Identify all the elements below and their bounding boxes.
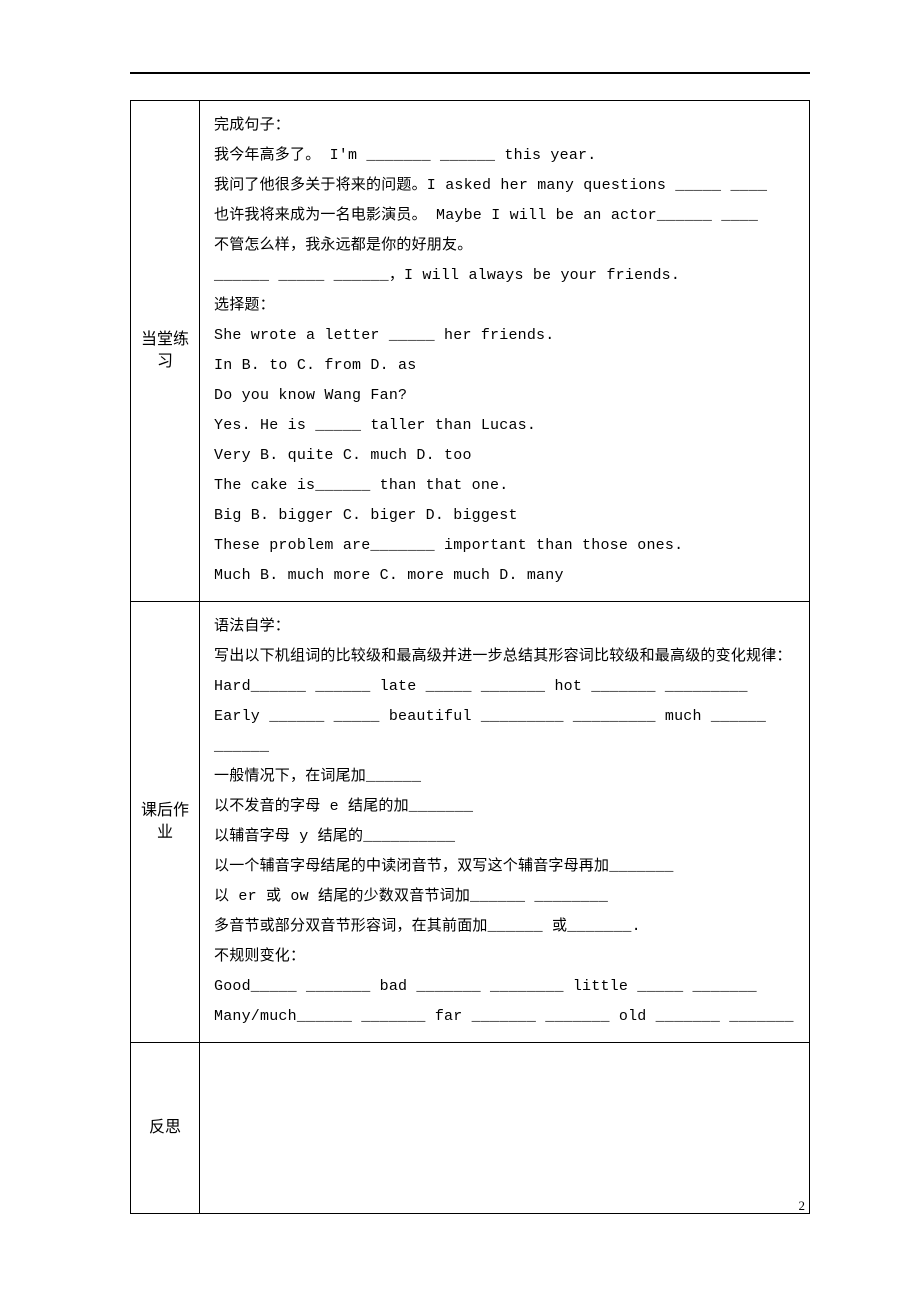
content-line: 以不发音的字母 e 结尾的加_______: [214, 792, 795, 822]
content-line: 我问了他很多关于将来的问题。I asked her many questions…: [214, 171, 795, 201]
header-rule: [130, 72, 810, 74]
content-line: 不规则变化：: [214, 942, 795, 972]
content-line: Big B. bigger C. biger D. biggest: [214, 501, 795, 531]
page: 当堂练习 完成句子： 我今年高多了。 I'm _______ ______ th…: [0, 0, 920, 1302]
content-line: 写出以下机组词的比较级和最高级并进一步总结其形容词比较级和最高级的变化规律：: [214, 642, 795, 672]
section-content-homework: 语法自学： 写出以下机组词的比较级和最高级并进一步总结其形容词比较级和最高级的变…: [200, 602, 810, 1043]
content-line: 以 er 或 ow 结尾的少数双音节词加______ ________: [214, 882, 795, 912]
content-line: Early ______ _____ beautiful _________ _…: [214, 702, 795, 762]
content-line: 完成句子：: [214, 111, 795, 141]
section-content-practice: 完成句子： 我今年高多了。 I'm _______ ______ this ye…: [200, 101, 810, 602]
table-row: 课后作业 语法自学： 写出以下机组词的比较级和最高级并进一步总结其形容词比较级和…: [131, 602, 810, 1043]
content-line: 我今年高多了。 I'm _______ ______ this year.: [214, 141, 795, 171]
section-label-practice: 当堂练习: [131, 101, 200, 602]
content-line: 语法自学：: [214, 612, 795, 642]
section-label-reflection: 反思: [131, 1043, 200, 1214]
content-line: 以辅音字母 y 结尾的__________: [214, 822, 795, 852]
content-line: 不管怎么样，我永远都是你的好朋友。: [214, 231, 795, 261]
content-line: 选择题：: [214, 291, 795, 321]
content-line: 多音节或部分双音节形容词，在其前面加______ 或_______.: [214, 912, 795, 942]
content-line: Yes. He is _____ taller than Lucas.: [214, 411, 795, 441]
content-line: Good_____ _______ bad _______ ________ l…: [214, 972, 795, 1002]
content-line: These problem are_______ important than …: [214, 531, 795, 561]
content-line: ______ _____ ______，I will always be you…: [214, 261, 795, 291]
content-line: The cake is______ than that one.: [214, 471, 795, 501]
section-label-homework: 课后作业: [131, 602, 200, 1043]
label-text: 当堂练习: [141, 331, 189, 370]
content-line: 以一个辅音字母结尾的中读闭音节，双写这个辅音字母再加_______: [214, 852, 795, 882]
content-line: Do you know Wang Fan?: [214, 381, 795, 411]
content-line: 一般情况下，在词尾加______: [214, 762, 795, 792]
content-line: Much B. much more C. more much D. many: [214, 561, 795, 591]
label-text: 课后作业: [141, 802, 189, 841]
label-text: 反思: [149, 1119, 181, 1136]
content-line: Very B. quite C. much D. too: [214, 441, 795, 471]
page-number: 2: [799, 1198, 806, 1214]
content-line: Many/much______ _______ far _______ ____…: [214, 1002, 795, 1032]
content-line: Hard______ ______ late _____ _______ hot…: [214, 672, 795, 702]
content-line: 也许我将来成为一名电影演员。 Maybe I will be an actor_…: [214, 201, 795, 231]
table-row: 当堂练习 完成句子： 我今年高多了。 I'm _______ ______ th…: [131, 101, 810, 602]
content-table: 当堂练习 完成句子： 我今年高多了。 I'm _______ ______ th…: [130, 100, 810, 1214]
section-content-reflection: [200, 1043, 810, 1214]
table-row: 反思: [131, 1043, 810, 1214]
content-line: In B. to C. from D. as: [214, 351, 795, 381]
content-line: She wrote a letter _____ her friends.: [214, 321, 795, 351]
